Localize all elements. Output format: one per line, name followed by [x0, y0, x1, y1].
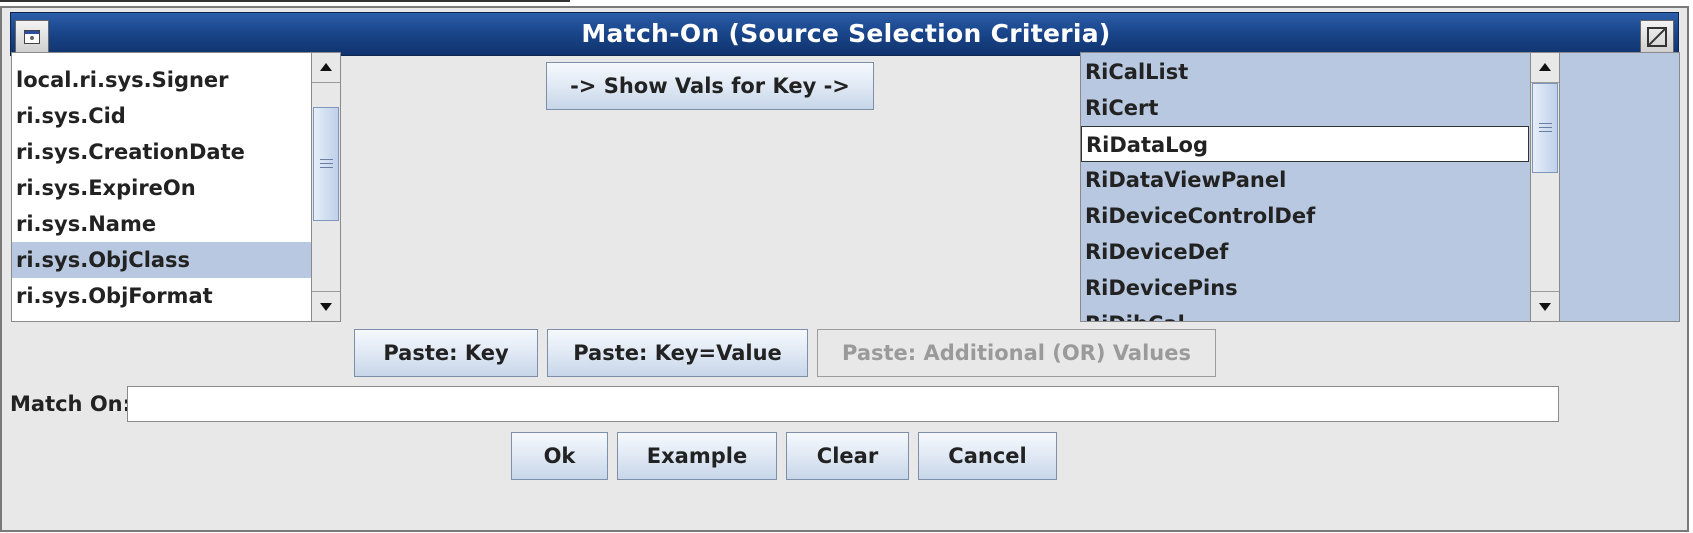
window-title: Match-On (Source Selection Criteria): [581, 19, 1111, 48]
window-menu-icon[interactable]: [15, 20, 49, 54]
value-item[interactable]: RiCalList: [1081, 54, 1679, 90]
keys-scrollbar[interactable]: [311, 53, 340, 321]
key-item[interactable]: ri.sys.Cid: [12, 98, 340, 134]
cancel-button[interactable]: Cancel: [918, 432, 1057, 480]
key-item[interactable]: ri.sys.CreationDate: [12, 134, 340, 170]
scroll-up-arrow-icon[interactable]: [312, 53, 340, 83]
paste-additional-values-button[interactable]: Paste: Additional (OR) Values: [817, 329, 1216, 377]
paste-key-value-button[interactable]: Paste: Key=Value: [547, 329, 808, 377]
show-vals-button[interactable]: -> Show Vals for Key ->: [546, 62, 874, 110]
desktop-edge: [0, 0, 570, 2]
key-item[interactable]: ri.sys.ObjFormat: [12, 278, 340, 314]
scroll-thumb[interactable]: [313, 107, 339, 221]
values-scrollbar[interactable]: [1530, 53, 1560, 321]
value-item[interactable]: RiDevicePins: [1081, 270, 1679, 306]
value-item[interactable]: RiDibCal: [1081, 306, 1679, 321]
value-item[interactable]: RiDeviceDef: [1081, 234, 1679, 270]
values-list[interactable]: RiCalList RiCert RiDataLog RiDataViewPan…: [1080, 52, 1680, 322]
key-item-selected[interactable]: ri.sys.ObjClass: [12, 242, 340, 278]
key-item[interactable]: local.ri.sys.Signer: [12, 62, 340, 98]
title-bar[interactable]: Match-On (Source Selection Criteria): [10, 12, 1679, 56]
keys-list[interactable]: local.ri.sys.Signer ri.sys.Cid ri.sys.Cr…: [11, 52, 341, 322]
value-item[interactable]: RiCert: [1081, 90, 1679, 126]
clear-button[interactable]: Clear: [786, 432, 909, 480]
scroll-thumb[interactable]: [1532, 83, 1558, 173]
maximize-icon[interactable]: [1640, 20, 1674, 54]
key-item[interactable]: ri.sys.Obsoleted: [12, 314, 340, 321]
value-item[interactable]: RiDataViewPanel: [1081, 162, 1679, 198]
paste-key-button[interactable]: Paste: Key: [354, 329, 538, 377]
key-item[interactable]: ri.sys.ExpireOn: [12, 170, 340, 206]
scroll-down-arrow-icon[interactable]: [312, 291, 340, 321]
ok-button[interactable]: Ok: [511, 432, 608, 480]
example-button[interactable]: Example: [617, 432, 777, 480]
value-item-focused[interactable]: RiDataLog: [1081, 126, 1529, 162]
key-item[interactable]: ri.sys.Name: [12, 206, 340, 242]
match-on-input[interactable]: [127, 386, 1559, 422]
value-item[interactable]: RiDeviceControlDef: [1081, 198, 1679, 234]
scroll-up-arrow-icon[interactable]: [1531, 53, 1559, 83]
scroll-down-arrow-icon[interactable]: [1531, 291, 1559, 321]
match-on-dialog: Match-On (Source Selection Criteria) loc…: [0, 6, 1689, 532]
match-on-label: Match On:: [10, 392, 132, 416]
